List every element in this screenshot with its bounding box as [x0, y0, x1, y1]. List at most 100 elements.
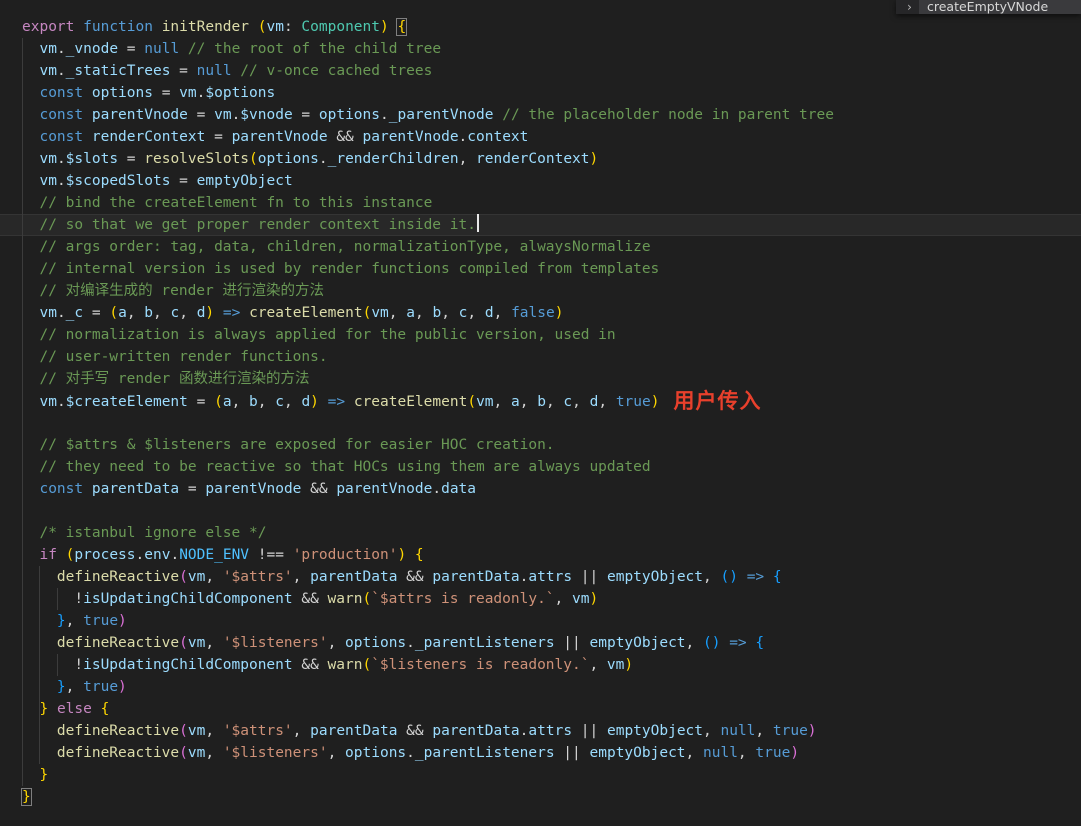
code-token: null: [703, 745, 738, 761]
breadcrumb-overlay[interactable]: › createEmptyVNode: [895, 0, 1081, 14]
code-line[interactable]: [22, 412, 1081, 434]
code-token: ): [807, 723, 817, 739]
code-token: defineReactive: [56, 635, 180, 651]
code-token: vm: [39, 41, 57, 57]
code-token: !: [22, 591, 84, 607]
code-token: ,: [179, 305, 197, 321]
code-line[interactable]: vm.$scopedSlots = emptyObject: [22, 170, 1081, 192]
text-cursor: [476, 214, 479, 232]
code-token: b: [537, 394, 546, 410]
code-token: ,: [327, 635, 346, 651]
chevron-right-icon: ›: [895, 0, 919, 14]
code-line[interactable]: vm.$createElement = (a, b, c, d) => crea…: [22, 390, 1081, 412]
code-token: options: [257, 151, 319, 167]
code-line[interactable]: !isUpdatingChildComponent && warn(`$attr…: [22, 588, 1081, 610]
code-line[interactable]: vm._staticTrees = null // v-once cached …: [22, 60, 1081, 82]
code-token: ,: [685, 635, 703, 651]
code-token: _c: [65, 305, 84, 321]
code-token: .: [135, 547, 145, 563]
code-line[interactable]: }, true): [22, 676, 1081, 698]
code-token: ,: [519, 394, 538, 410]
code-token: (: [179, 635, 188, 651]
code-line[interactable]: const parentVnode = vm.$vnode = options.…: [22, 104, 1081, 126]
code-line[interactable]: defineReactive(vm, '$attrs', parentData …: [22, 566, 1081, 588]
code-line[interactable]: /* istanbul ignore else */: [22, 522, 1081, 544]
code-token: =: [118, 151, 145, 167]
code-line[interactable]: // $attrs & $listeners are exposed for e…: [22, 434, 1081, 456]
code-token: ): [650, 394, 660, 410]
code-editor[interactable]: export function initRender (vm: Componen…: [0, 0, 1081, 826]
code-token: data: [441, 481, 477, 497]
code-token: ,: [257, 394, 276, 410]
breadcrumb-label[interactable]: createEmptyVNode: [919, 0, 1081, 14]
code-token: }: [56, 613, 66, 629]
code-token: ,: [126, 305, 145, 321]
code-line[interactable]: // 对编译生成的 render 进行渲染的方法: [22, 280, 1081, 302]
code-line[interactable]: }, true): [22, 610, 1081, 632]
code-line[interactable]: defineReactive(vm, '$attrs', parentData …: [22, 720, 1081, 742]
code-token: `$attrs is readonly.`: [371, 591, 555, 607]
code-line[interactable]: [22, 500, 1081, 522]
code-area[interactable]: export function initRender (vm: Componen…: [0, 0, 1081, 808]
code-line[interactable]: // internal version is used by render fu…: [22, 258, 1081, 280]
code-line[interactable]: // normalization is always applied for t…: [22, 324, 1081, 346]
code-line[interactable]: const renderContext = parentVnode && par…: [22, 126, 1081, 148]
code-token: =>: [729, 635, 747, 651]
code-line[interactable]: export function initRender (vm: Componen…: [22, 16, 1081, 38]
code-line[interactable]: const options = vm.$options: [22, 82, 1081, 104]
code-token: ): [554, 305, 564, 321]
code-token: =: [292, 107, 319, 123]
code-token: c: [563, 394, 573, 410]
code-token: // bind the createElement fn to this ins…: [39, 195, 433, 211]
code-line[interactable]: }: [22, 764, 1081, 786]
code-token: vm: [266, 19, 284, 35]
code-token: .: [56, 394, 66, 410]
code-token: ,: [205, 569, 223, 585]
code-token: ,: [415, 305, 433, 321]
code-token: vm: [371, 305, 389, 321]
code-line[interactable]: } else {: [22, 698, 1081, 720]
code-token: vm: [39, 151, 57, 167]
code-token: .: [56, 305, 66, 321]
code-line[interactable]: if (process.env.NODE_ENV !== 'production…: [22, 544, 1081, 566]
code-line[interactable]: // 对手写 render 函数进行渲染的方法: [22, 368, 1081, 390]
code-line[interactable]: // user-written render functions.: [22, 346, 1081, 368]
code-token: true: [83, 679, 119, 695]
code-line[interactable]: const parentData = parentVnode && parent…: [22, 478, 1081, 500]
code-line[interactable]: // they need to be reactive so that HOCs…: [22, 456, 1081, 478]
code-line[interactable]: // args order: tag, data, children, norm…: [22, 236, 1081, 258]
code-line[interactable]: // bind the createElement fn to this ins…: [22, 192, 1081, 214]
code-token: vm: [187, 745, 206, 761]
code-token: ,: [458, 151, 477, 167]
code-line[interactable]: !isUpdatingChildComponent && warn(`$list…: [22, 654, 1081, 676]
code-line[interactable]: }: [21, 786, 1081, 808]
code-token: ): [380, 19, 389, 35]
code-token: // internal version is used by render fu…: [39, 261, 660, 277]
code-line[interactable]: defineReactive(vm, '$listeners', options…: [22, 632, 1081, 654]
code-token: .: [318, 151, 328, 167]
code-line[interactable]: // so that we get proper render context …: [22, 214, 1081, 236]
code-token: emptyObject: [589, 635, 686, 651]
code-token: parentData: [91, 481, 180, 497]
code-token: // the placeholder node in parent tree: [502, 107, 834, 123]
code-token: {: [772, 569, 782, 585]
code-line[interactable]: defineReactive(vm, '$listeners', options…: [22, 742, 1081, 764]
code-line[interactable]: vm._vnode = null // the root of the chil…: [22, 38, 1081, 60]
code-line[interactable]: vm._c = (a, b, c, d) => createElement(vm…: [22, 302, 1081, 324]
code-line[interactable]: vm.$slots = resolveSlots(options._render…: [22, 148, 1081, 170]
code-token: ,: [327, 745, 346, 761]
code-token: attrs: [528, 569, 573, 585]
code-token: ,: [685, 745, 703, 761]
